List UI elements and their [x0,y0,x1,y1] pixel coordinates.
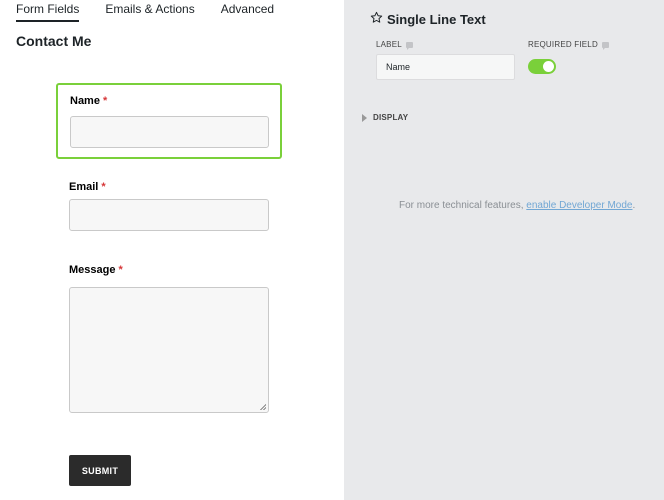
dev-note-text: For more technical features, [399,200,527,211]
tab-emails-actions[interactable]: Emails & Actions [105,0,194,20]
name-field-block[interactable]: Name * [56,83,282,159]
developer-mode-note: For more technical features, enable Deve… [399,200,635,211]
label-heading-text: LABEL [376,40,402,49]
message-field-label: Message * [69,264,123,276]
required-toggle[interactable] [528,59,556,74]
form-preview-area: Form Fields Emails & Actions Advanced Co… [0,0,344,500]
comment-icon[interactable] [601,41,609,50]
label-input[interactable]: Name [376,54,515,80]
tab-advanced[interactable]: Advanced [221,0,274,20]
label-heading: LABEL [376,40,413,50]
panel-title-text: Single Line Text [387,11,486,27]
tab-bar: Form Fields Emails & Actions Advanced [16,0,300,22]
submit-button[interactable]: SUBMIT [69,455,131,486]
required-marker: * [102,95,108,107]
name-label-text: Name [70,95,100,107]
enable-developer-mode-link[interactable]: enable Developer Mode [526,200,632,211]
email-label-text: Email [69,181,99,193]
resize-handle-icon[interactable] [260,404,266,410]
star-icon[interactable] [370,11,383,27]
message-label-text: Message [69,264,116,276]
message-textarea[interactable] [69,287,269,413]
required-field-heading: REQUIRED FIELD [528,40,609,50]
panel-title: Single Line Text [370,11,486,27]
display-heading-text: DISPLAY [373,113,409,122]
triangle-right-icon [362,113,367,122]
toggle-knob [543,61,554,72]
name-input[interactable] [70,116,269,148]
form-title: Contact Me [16,33,92,49]
required-marker: * [118,264,123,276]
name-field-label: Name * [70,95,107,107]
display-section-toggle[interactable]: DISPLAY [362,113,408,122]
email-field-label: Email * [69,181,106,193]
tab-form-fields[interactable]: Form Fields [16,0,80,22]
required-heading-text: REQUIRED FIELD [528,40,598,49]
dev-note-end: . [632,200,636,211]
email-input[interactable] [69,199,269,231]
required-marker: * [101,181,106,193]
comment-icon[interactable] [405,41,413,50]
